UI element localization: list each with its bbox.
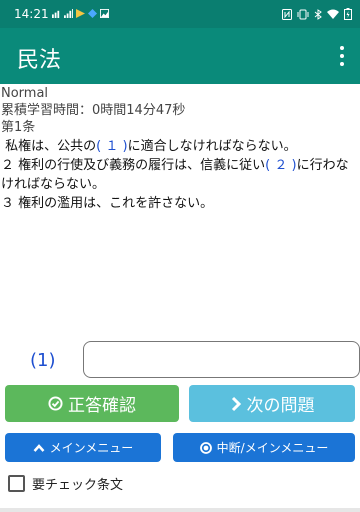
article-body: 私権は、公共の( １ )に適合しなければならない。 ２ 権利の行使及び義務の履行… xyxy=(1,137,359,213)
suspend-main-menu-label: 中断/メインメニュー xyxy=(216,441,329,455)
chevron-right-icon xyxy=(230,396,242,412)
wifi-icon xyxy=(327,9,339,19)
status-left-icons xyxy=(52,9,109,18)
article-paragraph: ３ 権利の濫用は、これを許さない。 xyxy=(1,196,214,211)
battery-charging-icon xyxy=(344,8,352,20)
status-bar: 14:21 xyxy=(0,0,360,28)
nfc-icon xyxy=(282,8,292,20)
app-bar: 民法 xyxy=(0,28,360,84)
study-time: 累積学習時間：0時間14分47秒 xyxy=(1,103,186,118)
main-menu-button[interactable]: メインメニュー xyxy=(5,433,161,462)
record-icon xyxy=(199,441,212,454)
article-paragraph: 私権は、公共の( １ )に適合しなければならない。 xyxy=(5,139,297,154)
blank-2: ( ２ ) xyxy=(265,158,297,173)
bluetooth-icon xyxy=(314,8,322,20)
check-circle-icon xyxy=(48,396,63,411)
article-content: Normal 累積学習時間：0時間14分47秒 第1条 私権は、公共の( １ )… xyxy=(1,85,359,213)
status-time: 14:21 xyxy=(14,7,49,21)
check-article-checkbox[interactable] xyxy=(8,475,25,492)
next-question-label: 次の問題 xyxy=(246,396,315,416)
answer-label: (1) xyxy=(30,350,56,371)
article-paragraph: ２ 権利の行使及び義務の履行は、信義に従い( ２ )に行わなければならない。 xyxy=(1,158,349,192)
article-title: 第1条 xyxy=(1,120,36,135)
blank-1: ( １ ) xyxy=(96,139,128,154)
next-question-button[interactable]: 次の問題 xyxy=(189,385,355,422)
check-article-label: 要チェック条文 xyxy=(32,478,124,493)
app-notification-icon xyxy=(76,9,85,18)
mode-label: Normal xyxy=(1,86,49,101)
signal-icon xyxy=(64,9,73,18)
suspend-main-menu-button[interactable]: 中断/メインメニュー xyxy=(173,433,355,462)
main-menu-label: メインメニュー xyxy=(49,441,134,455)
status-right-icons xyxy=(282,8,352,20)
chevron-up-icon xyxy=(33,443,45,453)
answer-input[interactable] xyxy=(83,341,360,378)
sim-signal-icon xyxy=(52,10,60,18)
app-title: 民法 xyxy=(17,48,62,73)
bottom-divider xyxy=(0,508,360,512)
app-notification-icon xyxy=(88,9,97,18)
check-article-row[interactable]: 要チェック条文 xyxy=(8,474,123,493)
overflow-menu-icon[interactable] xyxy=(338,46,346,66)
image-icon xyxy=(100,9,109,18)
check-answer-button[interactable]: 正答確認 xyxy=(5,385,179,422)
vibrate-icon xyxy=(297,9,309,19)
check-answer-label: 正答確認 xyxy=(68,396,136,416)
